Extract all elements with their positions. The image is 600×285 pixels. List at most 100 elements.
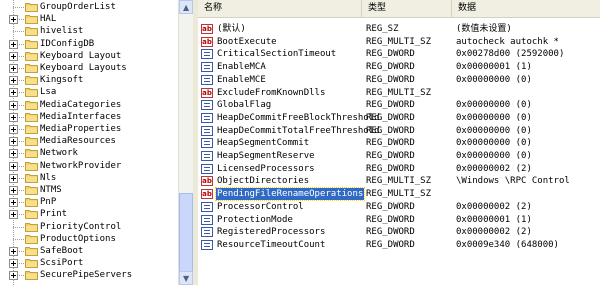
list-row[interactable]: ab BootExecute REG_MULTI_SZ autocheck autoc… [198, 36, 600, 48]
list-row[interactable]: ab ExcludeFromKnownDlls REG_MULTI_SZ [198, 87, 600, 99]
list-row[interactable]: ProcessorControl REG_DWORD 0x00000002 (2) [198, 201, 600, 213]
value-name-text: ExcludeFromKnownDlls [217, 87, 326, 98]
tree-item[interactable]: GroupOrderList [0, 1, 177, 13]
expand-plus-icon[interactable] [9, 112, 18, 122]
tree-item[interactable]: MediaCategories [0, 99, 177, 111]
list-row[interactable]: RegisteredProcessors REG_DWORD 0x00000002 … [198, 226, 600, 238]
tree-item[interactable]: Nls [0, 172, 177, 184]
list-row[interactable]: GlobalFlag REG_DWORD 0x00000000 (0) [198, 99, 600, 111]
expand-plus-icon[interactable] [9, 100, 18, 110]
value-name-text: LicensedProcessors [217, 163, 315, 174]
folder-icon [25, 76, 38, 86]
tree-item[interactable]: MediaProperties [0, 123, 177, 135]
tree-item[interactable]: IDConfigDB [0, 38, 177, 50]
expand-plus-icon[interactable] [9, 64, 18, 73]
expand-plus-icon[interactable] [9, 186, 18, 195]
tree-item-label: HAL [40, 14, 57, 25]
column-header-name[interactable]: 名称 [198, 0, 361, 17]
expand-plus-icon[interactable] [9, 76, 18, 86]
tree-item[interactable]: Keyboard Layouts [0, 62, 177, 74]
folder-icon [25, 112, 38, 122]
value-name-text: ResourceTimeoutCount [217, 239, 326, 250]
expand-plus-icon[interactable] [9, 149, 18, 159]
string-value-icon: ab [201, 189, 213, 200]
expand-plus-icon[interactable] [9, 173, 18, 183]
tree-item[interactable]: NTMS [0, 184, 177, 196]
tree-item[interactable]: Lsa [0, 86, 177, 98]
string-value-icon: ab [201, 36, 213, 47]
registry-key-tree[interactable]: GroupOrderList HAL hivelist IDConfigDB Keybo… [0, 0, 177, 285]
expand-plus-icon[interactable] [9, 39, 18, 49]
tree-item[interactable]: HAL [0, 13, 177, 25]
tree-item[interactable]: Keyboard Layout [0, 50, 177, 62]
tree-item[interactable]: SecurePipeServers [0, 269, 177, 281]
expand-plus-icon[interactable] [9, 15, 18, 25]
scroll-thumb[interactable] [179, 193, 193, 275]
list-row[interactable]: ab ObjectDirectories REG_MULTI_SZ \Windows … [198, 175, 600, 187]
value-type-cell: REG_DWORD [366, 214, 415, 225]
expand-plus-icon[interactable] [9, 210, 18, 220]
value-name-text: HeapDeCommitFreeBlockThreshold [217, 112, 380, 123]
list-row[interactable]: EnableMCE REG_DWORD 0x00000000 (0) [198, 74, 600, 86]
binary-value-icon [201, 151, 213, 161]
tree-item[interactable]: MediaResources [0, 135, 177, 147]
list-row[interactable]: HeapDeCommitFreeBlockThreshold REG_DWORD 0… [198, 112, 600, 124]
registry-values-list[interactable]: 名称 类型 数据 ab (默认) REG_SZ (数值未设置) ab BootExecut… [198, 0, 600, 285]
binary-value-icon [201, 62, 213, 73]
binary-value-icon [201, 163, 213, 174]
list-row[interactable]: ab (默认) REG_SZ (数值未设置) [198, 23, 600, 35]
tree-vertical-scrollbar[interactable]: ▲ ▼ [178, 0, 194, 285]
column-header-data[interactable]: 数据 [451, 0, 600, 17]
expand-plus-icon[interactable] [9, 161, 18, 171]
list-row[interactable]: LicensedProcessors REG_DWORD 0x00000002 (2… [198, 163, 600, 175]
tree-item[interactable]: NetworkProvider [0, 160, 177, 172]
value-type-cell: REG_DWORD [366, 201, 415, 212]
expand-plus-icon[interactable] [9, 198, 18, 208]
expand-plus-icon[interactable] [9, 271, 18, 281]
folder-icon [25, 234, 38, 244]
list-row[interactable]: HeapDeCommitTotalFreeThreshold REG_DWORD 0… [198, 125, 600, 137]
expand-plus-icon[interactable] [9, 88, 18, 98]
value-type-cell: REG_DWORD [366, 125, 415, 136]
tree-item-label: ScsiPort [40, 258, 84, 269]
tree-item[interactable]: PnP [0, 196, 177, 208]
tree-item[interactable]: ProductOptions [0, 233, 177, 245]
value-data-cell: 0x00000001 (1) [456, 214, 532, 225]
folder-icon [25, 15, 38, 25]
expand-plus-icon[interactable] [9, 137, 18, 147]
list-row[interactable]: EnableMCA REG_DWORD 0x00000001 (1) [198, 61, 600, 73]
expand-plus-icon[interactable] [9, 259, 18, 269]
expand-plus-icon[interactable] [9, 125, 18, 134]
tree-item[interactable]: SafeBoot [0, 245, 177, 257]
list-row[interactable]: HeapSegmentCommit REG_DWORD 0x00000000 (0) [198, 137, 600, 149]
folder-icon [25, 173, 38, 183]
scroll-up-button[interactable]: ▲ [179, 0, 193, 14]
value-data-cell: \Windows \RPC Control [456, 176, 570, 187]
tree-item-label: Nls [40, 172, 57, 183]
list-header: 名称 类型 数据 [198, 0, 600, 18]
tree-item[interactable]: PriorityControl [0, 221, 177, 233]
expand-plus-icon[interactable] [9, 247, 18, 256]
scroll-down-button[interactable]: ▼ [179, 271, 193, 285]
list-row-selected[interactable]: ab PendingFileRenameOperations REG_MULTI_S… [198, 187, 600, 202]
folder-icon [25, 125, 38, 134]
column-header-type[interactable]: 类型 [361, 0, 451, 17]
string-value-icon: ab [201, 87, 213, 98]
list-row[interactable]: ProtectionMode REG_DWORD 0x00000001 (1) [198, 214, 600, 226]
tree-item-label: Kingsoft [40, 75, 84, 86]
tree-item-label: PriorityControl [40, 221, 122, 232]
binary-value-icon [201, 201, 213, 212]
tree-item[interactable]: ScsiPort [0, 257, 177, 269]
list-row[interactable]: ResourceTimeoutCount REG_DWORD 0x0009e340 … [198, 239, 600, 251]
binary-value-icon [201, 227, 213, 238]
list-row[interactable]: CriticalSectionTimeout REG_DWORD 0x00278d0… [198, 48, 600, 60]
expand-plus-icon[interactable] [9, 51, 18, 61]
tree-item[interactable]: MediaInterfaces [0, 111, 177, 123]
folder-icon [25, 222, 38, 232]
tree-item[interactable]: Print [0, 208, 177, 220]
folder-icon [25, 210, 38, 220]
tree-item[interactable]: Network [0, 147, 177, 159]
tree-item[interactable]: hivelist [0, 25, 177, 37]
list-row[interactable]: HeapSegmentReserve REG_DWORD 0x00000000 (0… [198, 150, 600, 162]
tree-item[interactable]: Kingsoft [0, 74, 177, 86]
